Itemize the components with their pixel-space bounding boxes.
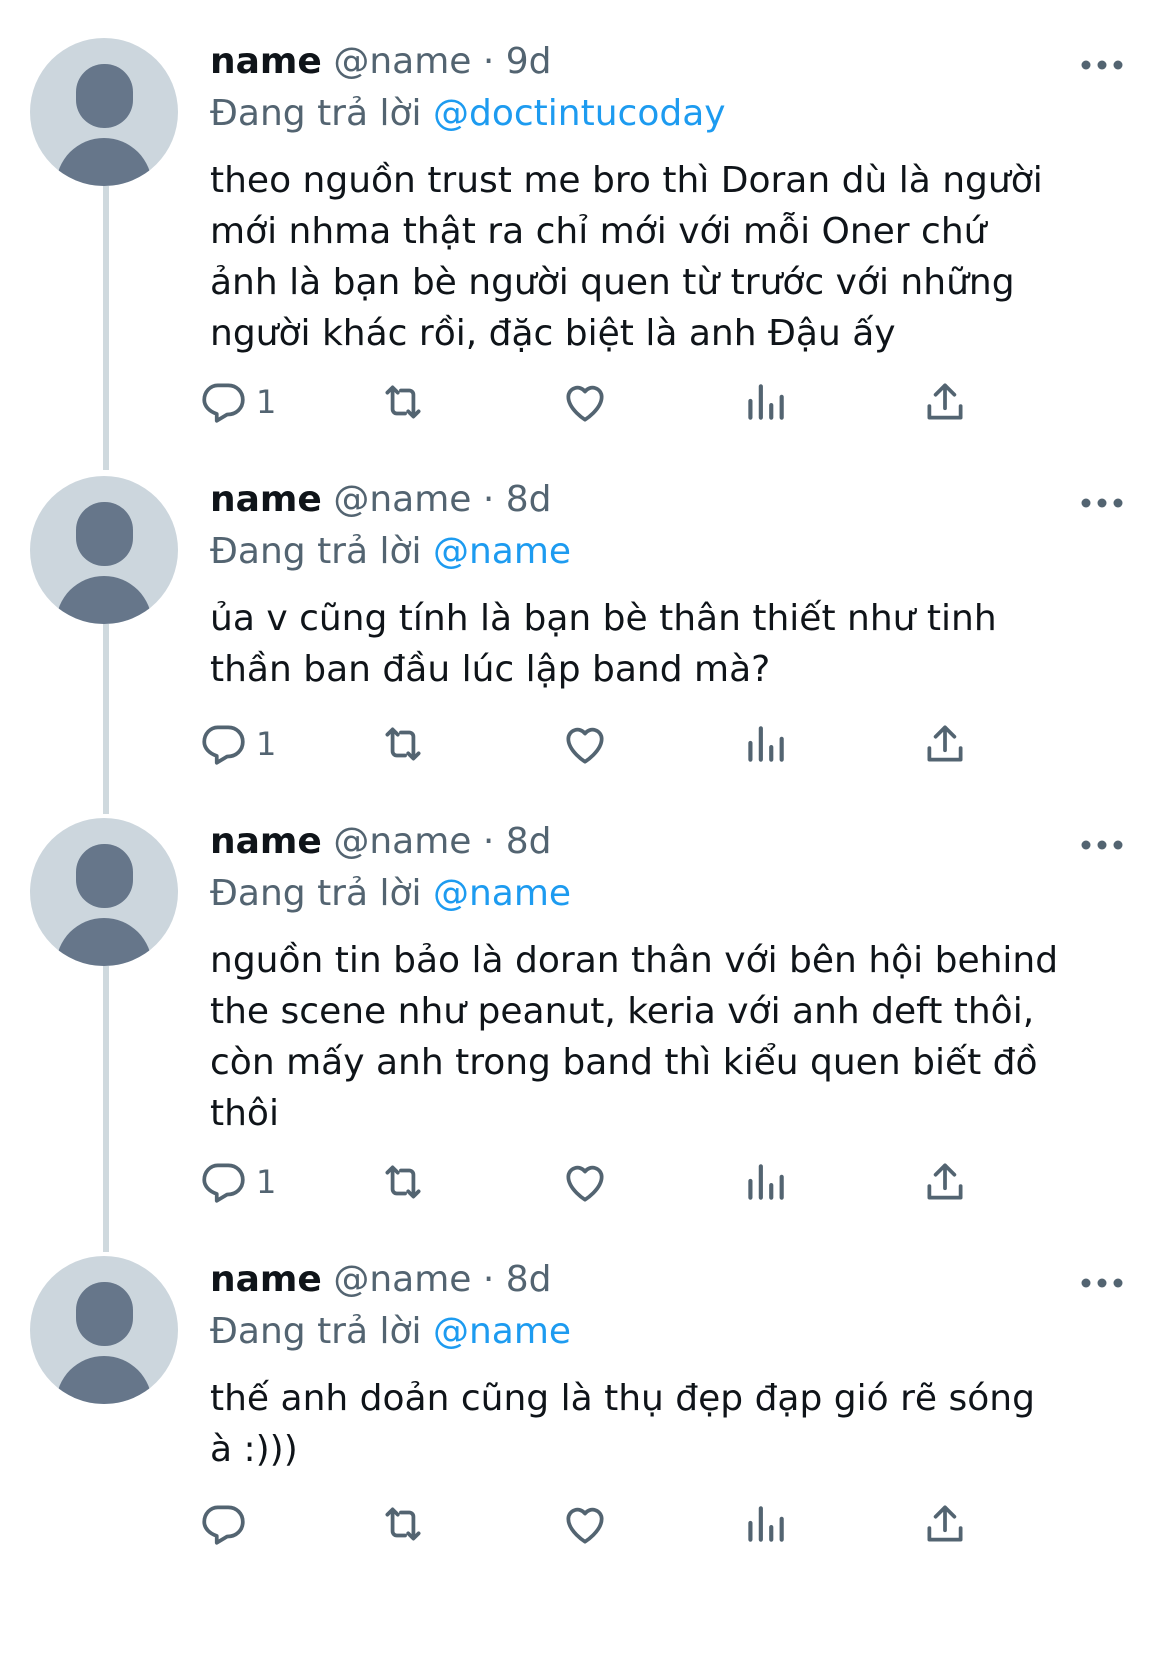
action-bar: 1 — [0, 372, 1170, 432]
reply-icon — [202, 383, 245, 423]
reply-icon — [202, 1163, 245, 1203]
tweet-text: thế anh doản cũng là thụ đẹp đạp gió rẽ … — [210, 1378, 1035, 1470]
share-button[interactable] — [920, 372, 970, 432]
more-icon[interactable] — [1078, 1268, 1126, 1298]
retweet-button[interactable] — [378, 1152, 428, 1212]
action-bar: 1 — [0, 1152, 1170, 1212]
like-icon — [566, 1165, 604, 1202]
retweet-icon — [385, 727, 421, 761]
replying-label: Đang trả lời — [210, 873, 422, 914]
timestamp[interactable]: 8d — [506, 479, 552, 520]
share-icon — [927, 1505, 963, 1542]
reply-icon — [202, 725, 245, 765]
separator: · — [482, 479, 495, 520]
views-icon — [748, 384, 784, 420]
display-name[interactable]: name — [210, 479, 322, 520]
tweet[interactable]: name @name · 8d Đang trả lời @name thế a… — [0, 1218, 1170, 1665]
share-icon — [927, 383, 963, 420]
display-name[interactable]: name — [210, 821, 322, 862]
like-button[interactable] — [560, 1152, 610, 1212]
like-icon — [566, 727, 604, 764]
tweet-text: nguồn tin bảo là doran thân với bên hội … — [210, 940, 1059, 1134]
share-button[interactable] — [920, 1152, 970, 1212]
retweet-button[interactable] — [378, 1494, 428, 1554]
share-icon — [927, 1163, 963, 1200]
reply-count: 1 — [256, 725, 277, 763]
tweet-header: name @name · 8d — [210, 818, 552, 866]
replying-label: Đang trả lời — [210, 531, 422, 572]
avatar[interactable] — [30, 1256, 178, 1404]
avatar[interactable] — [30, 818, 178, 966]
replying-mention[interactable]: @name — [433, 531, 571, 572]
separator: · — [482, 1259, 495, 1300]
replying-to: Đang trả lời @name — [210, 1308, 571, 1356]
tweet-text: theo nguồn trust me bro thì Doran dù là … — [210, 160, 1043, 354]
retweet-icon — [385, 385, 421, 419]
like-button[interactable] — [560, 714, 610, 774]
tweet-header: name @name · 8d — [210, 476, 552, 524]
like-button[interactable] — [560, 372, 610, 432]
like-button[interactable] — [560, 1494, 610, 1554]
tweet-text: ủa v cũng tính là bạn bè thân thiết như … — [210, 598, 997, 690]
views-button[interactable] — [740, 372, 790, 432]
avatar[interactable] — [30, 476, 178, 624]
timestamp[interactable]: 8d — [506, 821, 552, 862]
reply-count: 1 — [256, 383, 277, 421]
replying-mention[interactable]: @doctintucoday — [433, 93, 726, 134]
share-button[interactable] — [920, 714, 970, 774]
handle[interactable]: @name — [333, 821, 471, 862]
handle[interactable]: @name — [333, 1259, 471, 1300]
handle[interactable]: @name — [333, 41, 471, 82]
avatar[interactable] — [30, 38, 178, 186]
display-name[interactable]: name — [210, 41, 322, 82]
action-bar — [0, 1494, 1170, 1554]
separator: · — [482, 821, 495, 862]
views-button[interactable] — [740, 1152, 790, 1212]
retweet-button[interactable] — [378, 372, 428, 432]
views-icon — [748, 726, 784, 762]
reply-icon — [202, 1505, 245, 1545]
views-icon — [748, 1506, 784, 1542]
like-icon — [566, 1507, 604, 1544]
action-bar: 1 — [0, 714, 1170, 774]
reply-button[interactable]: 1 — [198, 1152, 276, 1212]
tweet-header: name @name · 9d — [210, 38, 552, 86]
replying-mention[interactable]: @name — [433, 873, 571, 914]
retweet-icon — [385, 1507, 421, 1541]
replying-to: Đang trả lời @doctintucoday — [210, 90, 726, 138]
tweet-header: name @name · 8d — [210, 1256, 552, 1304]
reply-button[interactable] — [198, 1494, 256, 1554]
tweet[interactable]: name @name · 8d Đang trả lời @name ủa v … — [0, 438, 1170, 814]
more-icon[interactable] — [1078, 830, 1126, 860]
replying-label: Đang trả lời — [210, 1311, 422, 1352]
views-button[interactable] — [740, 1494, 790, 1554]
reply-button[interactable]: 1 — [198, 714, 276, 774]
tweet[interactable]: name @name · 9d Đang trả lời @doctintuco… — [0, 0, 1170, 470]
like-icon — [566, 385, 604, 422]
tweet[interactable]: name @name · 8d Đang trả lời @name nguồn… — [0, 780, 1170, 1252]
views-icon — [748, 1164, 784, 1200]
timestamp[interactable]: 8d — [506, 1259, 552, 1300]
handle[interactable]: @name — [333, 479, 471, 520]
replying-label: Đang trả lời — [210, 93, 422, 134]
display-name[interactable]: name — [210, 1259, 322, 1300]
more-icon[interactable] — [1078, 488, 1126, 518]
reply-button[interactable]: 1 — [198, 372, 276, 432]
replying-mention[interactable]: @name — [433, 1311, 571, 1352]
replying-to: Đang trả lời @name — [210, 870, 571, 918]
views-button[interactable] — [740, 714, 790, 774]
more-icon[interactable] — [1078, 50, 1126, 80]
reply-count: 1 — [256, 1163, 277, 1201]
share-icon — [927, 725, 963, 762]
retweet-button[interactable] — [378, 714, 428, 774]
retweet-icon — [385, 1165, 421, 1199]
separator: · — [482, 41, 495, 82]
share-button[interactable] — [920, 1494, 970, 1554]
replying-to: Đang trả lời @name — [210, 528, 571, 576]
timestamp[interactable]: 9d — [506, 41, 552, 82]
